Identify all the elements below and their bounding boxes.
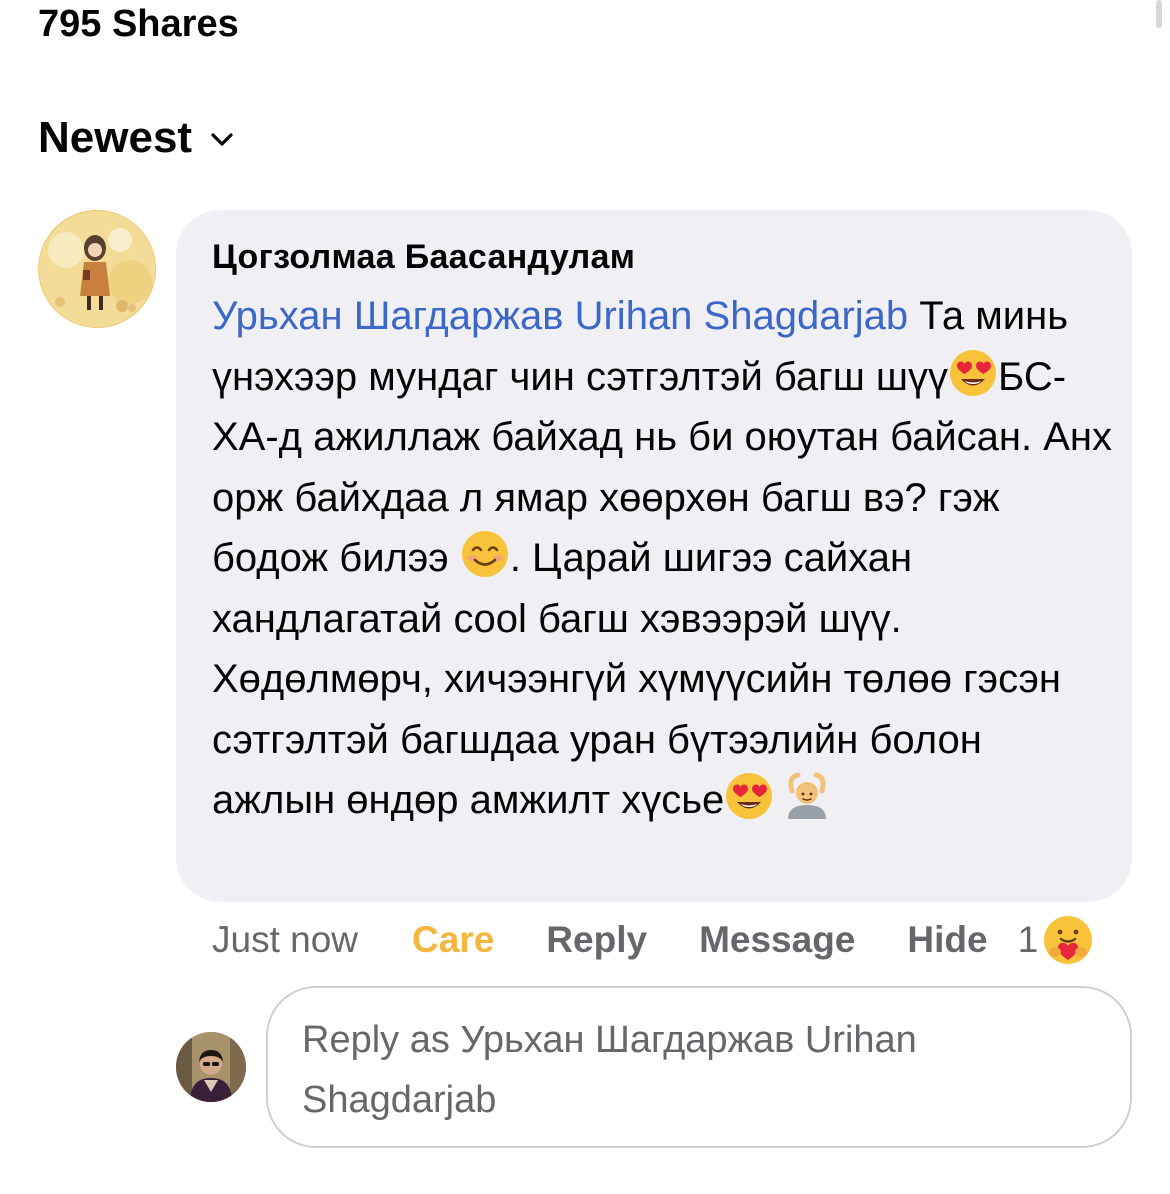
chevron-down-icon (211, 133, 233, 146)
reaction-count[interactable]: 1 (1018, 914, 1039, 966)
person-gesturing-ok-emoji-icon (788, 772, 827, 819)
reply-input[interactable]: Reply as Урьхан Шагдаржав Urihan Shagdar… (266, 986, 1132, 1148)
comment-actions-row: Just now Care Reply Message Hide 1 (212, 914, 1094, 966)
sort-dropdown[interactable]: Newest (38, 112, 234, 164)
avatar-illustration (39, 211, 155, 327)
heart-eyes-emoji-icon (950, 349, 997, 396)
shares-count[interactable]: 795 Shares (38, 2, 239, 46)
message-button[interactable]: Message (699, 914, 855, 966)
reply-input-placeholder: Reply as Урьхан Шагдаржав Urihan Shagdar… (302, 1019, 917, 1121)
care-reaction-button[interactable]: Care (412, 914, 494, 966)
comment-text: Урьхан Шагдаржав Urihan Shagdarjab Та ми… (212, 286, 1112, 831)
comment-author-name[interactable]: Цогзолмаа Баасандулам (212, 236, 635, 278)
sort-label: Newest (38, 113, 193, 162)
heart-eyes-emoji-icon (726, 773, 773, 819)
mention-link[interactable]: Урьхан Шагдаржав Urihan Shagdarjab (212, 294, 908, 338)
current-user-avatar[interactable] (176, 1032, 246, 1102)
care-hug-reaction-icon[interactable] (1042, 914, 1094, 966)
user-photo (176, 1032, 246, 1102)
commenter-avatar[interactable] (38, 210, 156, 328)
hide-button[interactable]: Hide (907, 914, 987, 966)
scrollbar[interactable] (1156, 0, 1162, 28)
reply-button[interactable]: Reply (546, 914, 647, 966)
smiling-face-emoji-icon (461, 531, 508, 577)
comment-timestamp: Just now (212, 919, 359, 960)
